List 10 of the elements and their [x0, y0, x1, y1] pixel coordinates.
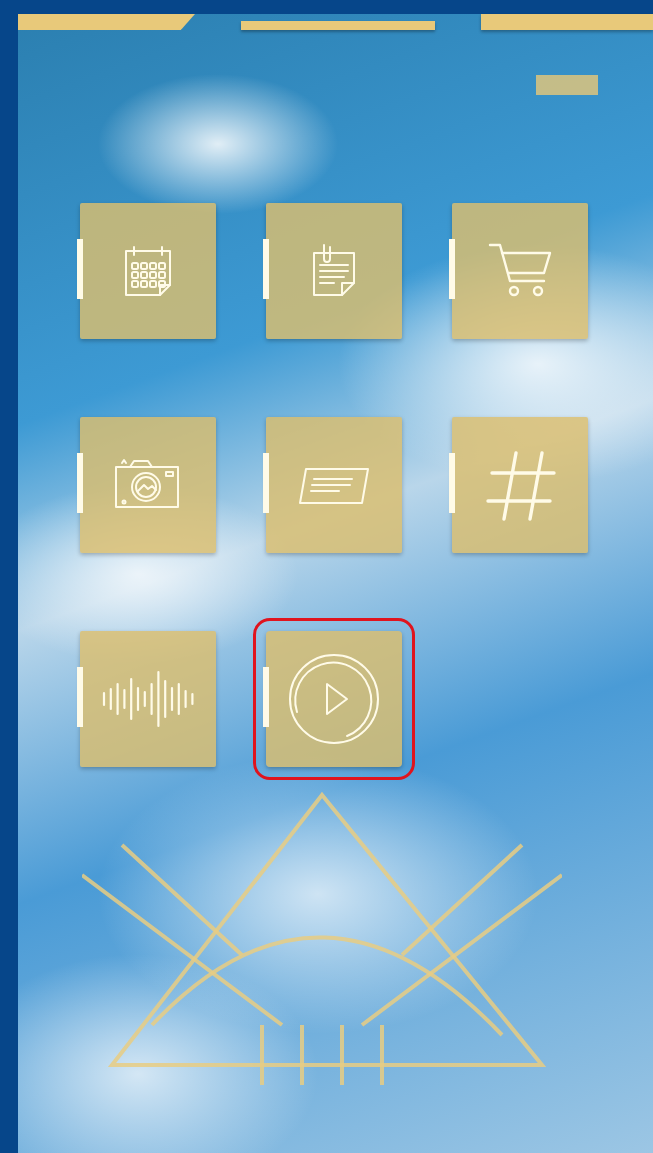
- app-tile[interactable]: [80, 631, 216, 767]
- app-tile[interactable]: [266, 631, 402, 767]
- app-tile[interactable]: [80, 417, 216, 553]
- play-icon: [287, 652, 381, 746]
- app-tile[interactable]: [266, 203, 402, 339]
- app-tile[interactable]: [80, 203, 216, 339]
- small-tag: [536, 75, 598, 95]
- app-tile[interactable]: [452, 203, 588, 339]
- app-tile[interactable]: [452, 417, 588, 553]
- app-tile[interactable]: [266, 417, 402, 553]
